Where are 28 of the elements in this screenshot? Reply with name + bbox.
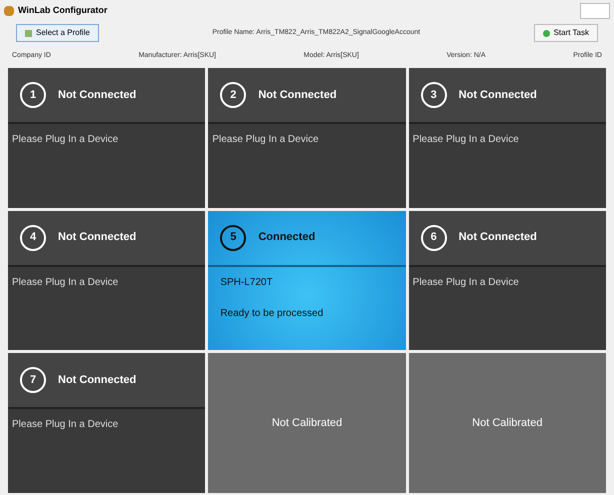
slot-message: Please Plug In a Device [412, 133, 520, 147]
slot-status: Not Calibrated [472, 416, 542, 431]
slot-status: Not Connected [58, 88, 136, 103]
slot-message: Please Plug In a Device [212, 133, 320, 147]
slot-message: Please Plug In a Device [12, 418, 120, 432]
select-profile-button[interactable]: Select a Profile [16, 24, 99, 42]
slot-message: Please Plug In a Device [412, 276, 520, 290]
slot-status: Not Connected [458, 230, 537, 246]
slot-status: Not Connected [58, 230, 136, 246]
slot-number: 1 [20, 82, 46, 108]
slot-number: 6 [420, 224, 447, 251]
slot-number: 5 [220, 224, 246, 251]
slot-number: 2 [220, 82, 246, 108]
slot-number: 3 [420, 82, 447, 108]
start-task-button[interactable]: Start Task [534, 24, 598, 42]
slot-message: Ready to be processed [219, 306, 324, 321]
slot-number: 4 [20, 224, 46, 251]
slot-message: Please Plug In a Device [12, 276, 120, 290]
slot-message: SPH-L720T [219, 276, 274, 290]
slot-status: Not Connected [258, 88, 337, 103]
slot-status: Connected [258, 230, 316, 246]
slot-status: Not Connected [58, 373, 136, 388]
slot-number: 7 [20, 367, 46, 394]
slot-message: Please Plug In a Device [12, 133, 120, 147]
slot-status: Not Connected [458, 88, 537, 103]
window-title: WinLab Configurator [18, 4, 108, 18]
app-icon [4, 6, 14, 16]
slot-status: Not Calibrated [272, 416, 342, 431]
